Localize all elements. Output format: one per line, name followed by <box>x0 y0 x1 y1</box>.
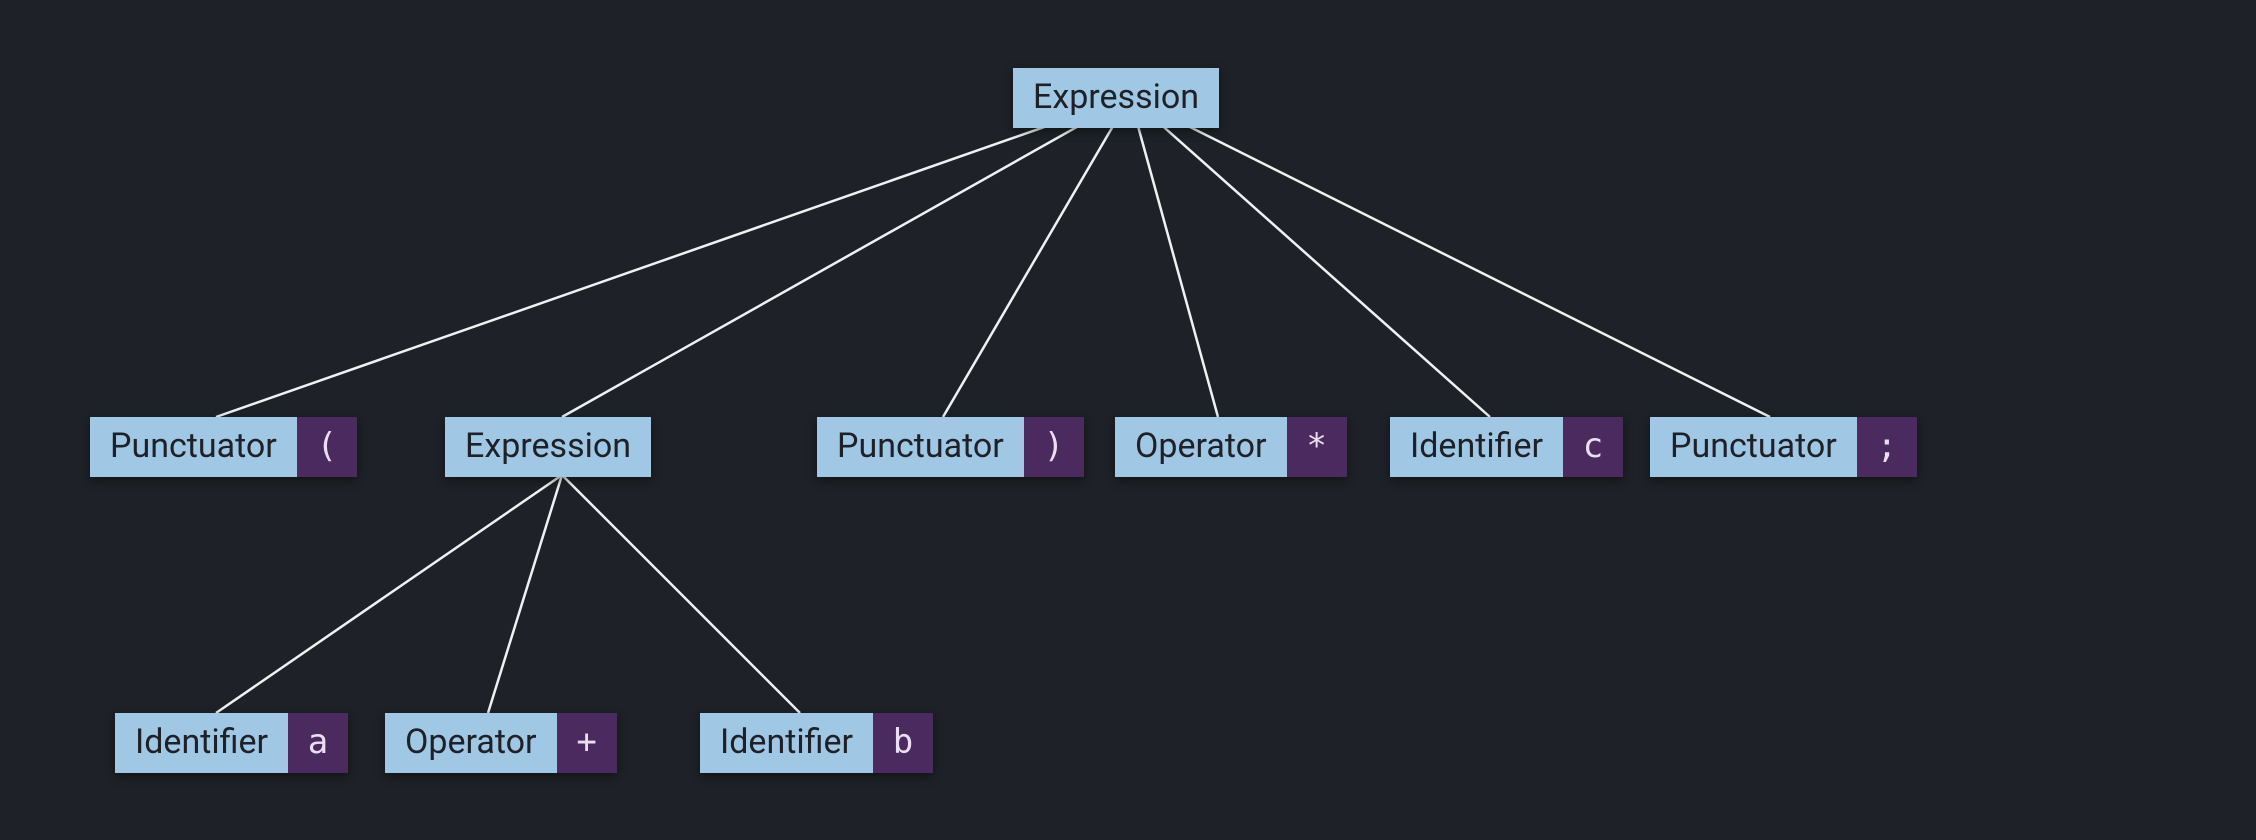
node-punctuator-semicolon: Punctuator ; <box>1650 417 1917 477</box>
node-value-label: b <box>873 713 933 773</box>
node-type-label: Punctuator <box>1650 417 1857 477</box>
node-type-label: Identifier <box>1390 417 1563 477</box>
node-type-label: Identifier <box>115 713 288 773</box>
node-type-label: Operator <box>1115 417 1287 477</box>
node-operator-star: Operator * <box>1115 417 1347 477</box>
node-value-label: a <box>288 713 348 773</box>
node-operator-plus: Operator + <box>385 713 617 773</box>
node-value-label: ; <box>1857 417 1917 477</box>
node-value-label: ( <box>297 417 357 477</box>
node-identifier-a: Identifier a <box>115 713 348 773</box>
node-identifier-b: Identifier b <box>700 713 933 773</box>
node-identifier-c: Identifier c <box>1390 417 1623 477</box>
node-type-label: Expression <box>1013 68 1219 128</box>
node-value-label: c <box>1563 417 1623 477</box>
syntax-tree-diagram: Expression Punctuator ( Expression Punct… <box>0 0 2256 840</box>
node-punctuator-close: Punctuator ) <box>817 417 1084 477</box>
node-type-label: Expression <box>445 417 651 477</box>
node-expression-inner: Expression <box>445 417 651 477</box>
node-type-label: Punctuator <box>90 417 297 477</box>
node-type-label: Identifier <box>700 713 873 773</box>
root-node-expression: Expression <box>1013 68 1219 128</box>
node-punctuator-open: Punctuator ( <box>90 417 357 477</box>
node-type-label: Punctuator <box>817 417 1024 477</box>
node-value-label: + <box>557 713 617 773</box>
node-type-label: Operator <box>385 713 557 773</box>
node-value-label: * <box>1287 417 1347 477</box>
node-value-label: ) <box>1024 417 1084 477</box>
